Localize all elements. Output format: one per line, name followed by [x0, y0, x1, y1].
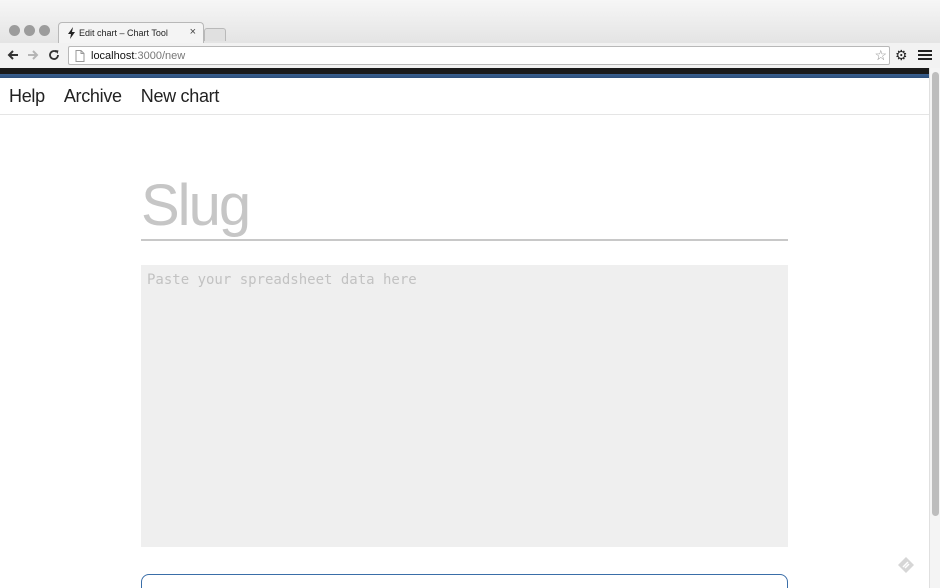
- spreadsheet-data-input[interactable]: [141, 265, 788, 547]
- tab-close-button[interactable]: ×: [190, 27, 196, 38]
- scrollbar-thumb[interactable]: [932, 72, 939, 516]
- bookmark-star-icon[interactable]: ☆: [874, 48, 887, 63]
- nav-help[interactable]: Help: [9, 86, 45, 107]
- forward-button[interactable]: [24, 46, 42, 64]
- reload-icon: [49, 50, 59, 60]
- zoom-window-button[interactable]: [39, 25, 50, 36]
- close-window-button[interactable]: [9, 25, 20, 36]
- back-button[interactable]: [4, 46, 22, 64]
- url-path: :3000/new: [134, 49, 186, 62]
- app-navigation: Help Archive New chart: [0, 78, 929, 115]
- forward-icon: [28, 50, 39, 60]
- address-bar[interactable]: localhost:3000/new ☆: [68, 46, 890, 65]
- browser-tab-content[interactable]: Edit chart – Chart Tool ×: [66, 22, 202, 44]
- next-step-panel[interactable]: [141, 574, 788, 588]
- page-viewport: Help Archive New chart: [0, 68, 940, 588]
- slug-input[interactable]: [141, 171, 788, 241]
- settings-gear-icon[interactable]: ⚙: [895, 47, 908, 63]
- nav-new-chart[interactable]: New chart: [141, 86, 220, 107]
- tab-strip: Edit chart – Chart Tool ×: [0, 0, 940, 44]
- url-host: localhost: [91, 49, 135, 62]
- reload-button[interactable]: [45, 46, 63, 64]
- page-icon: [75, 49, 85, 62]
- nav-archive[interactable]: Archive: [64, 86, 122, 107]
- browser-chrome: Edit chart – Chart Tool × localhost:3000…: [0, 0, 940, 68]
- favicon-bolt-icon: [66, 27, 76, 39]
- back-icon: [7, 50, 18, 60]
- page-scrollbar[interactable]: [929, 68, 940, 588]
- new-tab-button[interactable]: [204, 28, 226, 41]
- feedback-icon[interactable]: [897, 556, 915, 574]
- minimize-window-button[interactable]: [24, 25, 35, 36]
- menu-icon[interactable]: [918, 48, 932, 62]
- tab-title: Edit chart – Chart Tool: [79, 28, 168, 38]
